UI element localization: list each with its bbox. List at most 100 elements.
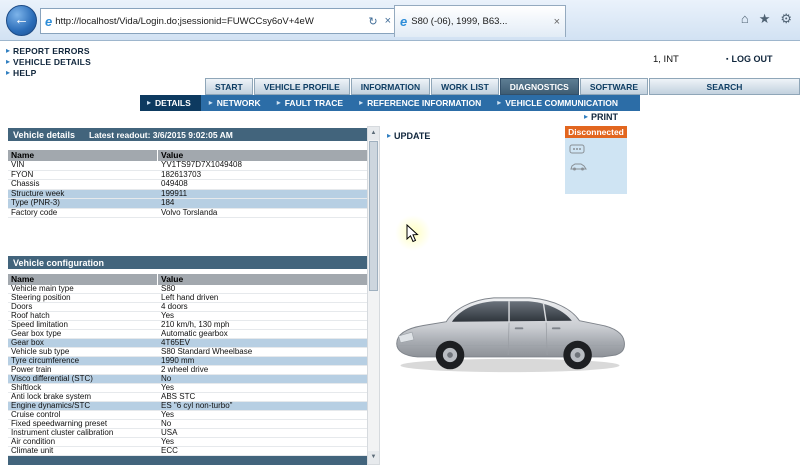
tab-diagnostics[interactable]: DIAGNOSTICS bbox=[499, 78, 579, 95]
arrow-icon: ▸ bbox=[497, 98, 502, 107]
tools-icon[interactable]: ⚙ bbox=[780, 11, 792, 27]
browser-back-button[interactable]: ← bbox=[6, 5, 37, 36]
refresh-icon[interactable]: ↻ bbox=[366, 15, 379, 28]
arrow-icon: ▸ bbox=[6, 68, 11, 77]
tab-information[interactable]: INFORMATION bbox=[350, 78, 431, 95]
vehicle-details-link[interactable]: ▸ VEHICLE DETAILS bbox=[6, 57, 91, 67]
row-value: 4T65EV bbox=[161, 339, 190, 347]
table-row[interactable]: Fixed speedwarning preset No bbox=[8, 420, 368, 429]
row-value: Left hand driven bbox=[161, 294, 219, 302]
row-name: Vehicle main type bbox=[11, 285, 74, 293]
subnav-item-fault-trace[interactable]: ▸ FAULT TRACE bbox=[269, 98, 351, 108]
row-name: Structure week bbox=[11, 189, 65, 198]
main-tab-bar: START VEHICLE PROFILE INFORMATION WORK L… bbox=[205, 78, 800, 95]
help-link[interactable]: ▸ HELP bbox=[6, 68, 91, 78]
table-row[interactable]: Vehicle sub type S80 Standard Wheelbase bbox=[8, 348, 368, 357]
subnav-vehicle-communication-label: VEHICLE COMMUNICATION bbox=[505, 98, 618, 108]
panel-scrollbar[interactable]: ▲ ▼ bbox=[367, 126, 380, 465]
row-value: Yes bbox=[161, 411, 175, 419]
row-name: Type (PNR-3) bbox=[11, 199, 60, 207]
row-value: S80 bbox=[161, 285, 176, 293]
row-name: VIN bbox=[11, 161, 25, 169]
row-name: Factory code bbox=[11, 208, 58, 217]
arrow-icon: ▸ bbox=[6, 57, 11, 66]
home-icon[interactable]: ⌂ bbox=[741, 11, 749, 27]
stop-icon[interactable]: × bbox=[383, 15, 393, 27]
subnav-item-network[interactable]: ▸ NETWORK bbox=[201, 98, 269, 108]
logout-link[interactable]: ▪ LOG OUT bbox=[726, 54, 772, 64]
browser-toolbar-icons: ⌂ ★ ⚙ bbox=[741, 11, 792, 27]
arrow-icon: ▸ bbox=[6, 46, 11, 55]
table-row[interactable]: Type (PNR-3) 184 bbox=[8, 199, 368, 209]
table-row[interactable]: Air condition Yes bbox=[8, 438, 368, 447]
table-row[interactable]: Cruise control Yes bbox=[8, 411, 368, 420]
tab-search[interactable]: SEARCH bbox=[649, 78, 800, 95]
tab-vehicle-profile[interactable]: VEHICLE PROFILE bbox=[253, 78, 350, 95]
row-value: 049408 bbox=[161, 180, 188, 188]
favorites-icon[interactable]: ★ bbox=[759, 11, 771, 27]
bullet-icon: ▪ bbox=[726, 55, 729, 63]
report-errors-label: REPORT ERRORS bbox=[13, 46, 90, 56]
ie-page-icon: e bbox=[45, 13, 53, 29]
vehicle-connection-icon bbox=[570, 163, 587, 171]
table-row[interactable]: Gear box type Automatic gearbox bbox=[8, 330, 368, 339]
address-bar[interactable]: e http://localhost/Vida/Login.do;jsessio… bbox=[40, 8, 398, 34]
tab-start[interactable]: START bbox=[205, 78, 253, 95]
browser-chrome: ← e http://localhost/Vida/Login.do;jsess… bbox=[0, 0, 800, 41]
table-row[interactable]: Vehicle main type S80 bbox=[8, 285, 368, 294]
tab-close-icon[interactable]: × bbox=[554, 16, 560, 28]
table-row[interactable]: Chassis 049408 bbox=[8, 180, 368, 190]
table-row[interactable]: Instrument cluster calibration USA bbox=[8, 429, 368, 438]
table-row[interactable]: Climate unit ECC bbox=[8, 447, 368, 456]
row-name: Tyre circumference bbox=[11, 357, 80, 365]
table-row[interactable]: Factory code Volvo Torslanda bbox=[8, 208, 368, 218]
table-row[interactable]: FYON 182613703 bbox=[8, 170, 368, 180]
print-link[interactable]: ▸ PRINT bbox=[584, 112, 618, 122]
logout-label: LOG OUT bbox=[731, 54, 773, 64]
table-row[interactable]: Power train 2 wheel drive bbox=[8, 366, 368, 375]
table-row[interactable]: Speed limitation 210 km/h, 130 mph bbox=[8, 321, 368, 330]
table-row[interactable]: Tyre circumference 1990 mm bbox=[8, 357, 368, 366]
subnav-details-label: DETAILS bbox=[155, 98, 191, 108]
arrow-icon: ▸ bbox=[359, 98, 364, 107]
table-row[interactable]: VIN YV1TS97D7X1049408 bbox=[8, 161, 368, 171]
table-row[interactable]: Structure week 199911 bbox=[8, 189, 368, 199]
update-link[interactable]: ▸ UPDATE bbox=[387, 131, 430, 141]
tab-work-list[interactable]: WORK LIST bbox=[431, 78, 499, 95]
row-name: FYON bbox=[11, 170, 34, 179]
report-errors-link[interactable]: ▸ REPORT ERRORS bbox=[6, 46, 91, 56]
connection-status-badge: Disconnected bbox=[565, 126, 627, 138]
scroll-up-icon[interactable]: ▲ bbox=[368, 127, 379, 140]
scrollbar-thumb[interactable] bbox=[369, 141, 378, 291]
url-text[interactable]: http://localhost/Vida/Login.do;jsessioni… bbox=[55, 16, 363, 27]
table-row[interactable]: Anti lock brake system ABS STC bbox=[8, 393, 368, 402]
table-row[interactable]: Visco differential (STC) No bbox=[8, 375, 368, 384]
row-value: 1990 mm bbox=[161, 357, 195, 365]
row-value: 184 bbox=[161, 199, 175, 207]
vehicle-configuration-section: Vehicle configuration Name Value Vehicle… bbox=[8, 256, 368, 456]
help-label: HELP bbox=[13, 68, 37, 78]
vehicle-details-table: Name Value VIN YV1TS97D7X1049408 FYON 18261… bbox=[8, 150, 368, 218]
table-row[interactable]: Roof hatch Yes bbox=[8, 312, 368, 321]
row-value: YV1TS97D7X1049408 bbox=[161, 161, 242, 169]
subnav-item-vehicle-communication[interactable]: ▸ VEHICLE COMMUNICATION bbox=[489, 98, 626, 108]
column-header-name: Name bbox=[8, 150, 158, 161]
table-row[interactable]: Shiftlock Yes bbox=[8, 384, 368, 393]
row-value: Automatic gearbox bbox=[161, 330, 228, 338]
table-row[interactable]: Gear box 4T65EV bbox=[8, 339, 368, 348]
row-value: 182613703 bbox=[161, 170, 202, 179]
row-value: ES "6 cyl non-turbo" bbox=[161, 402, 233, 410]
subnav-network-label: NETWORK bbox=[216, 98, 261, 108]
scroll-down-icon[interactable]: ▼ bbox=[368, 451, 379, 464]
print-label: PRINT bbox=[591, 112, 619, 122]
table-row[interactable]: Engine dynamics/STC ES "6 cyl non-turbo" bbox=[8, 402, 368, 411]
communication-icons bbox=[565, 138, 627, 176]
app-quick-links: ▸ REPORT ERRORS ▸ VEHICLE DETAILS ▸ HELP bbox=[6, 46, 91, 79]
tab-software[interactable]: SOFTWARE bbox=[579, 78, 648, 95]
table-row[interactable]: Doors 4 doors bbox=[8, 303, 368, 312]
obd-connector-icon bbox=[569, 144, 585, 154]
subnav-item-reference-information[interactable]: ▸ REFERENCE INFORMATION bbox=[351, 98, 489, 108]
subnav-item-details[interactable]: ▸ DETAILS bbox=[140, 95, 201, 111]
browser-tab[interactable]: e S80 (-06), 1999, B63... × bbox=[394, 5, 566, 37]
table-row[interactable]: Steering position Left hand driven bbox=[8, 294, 368, 303]
